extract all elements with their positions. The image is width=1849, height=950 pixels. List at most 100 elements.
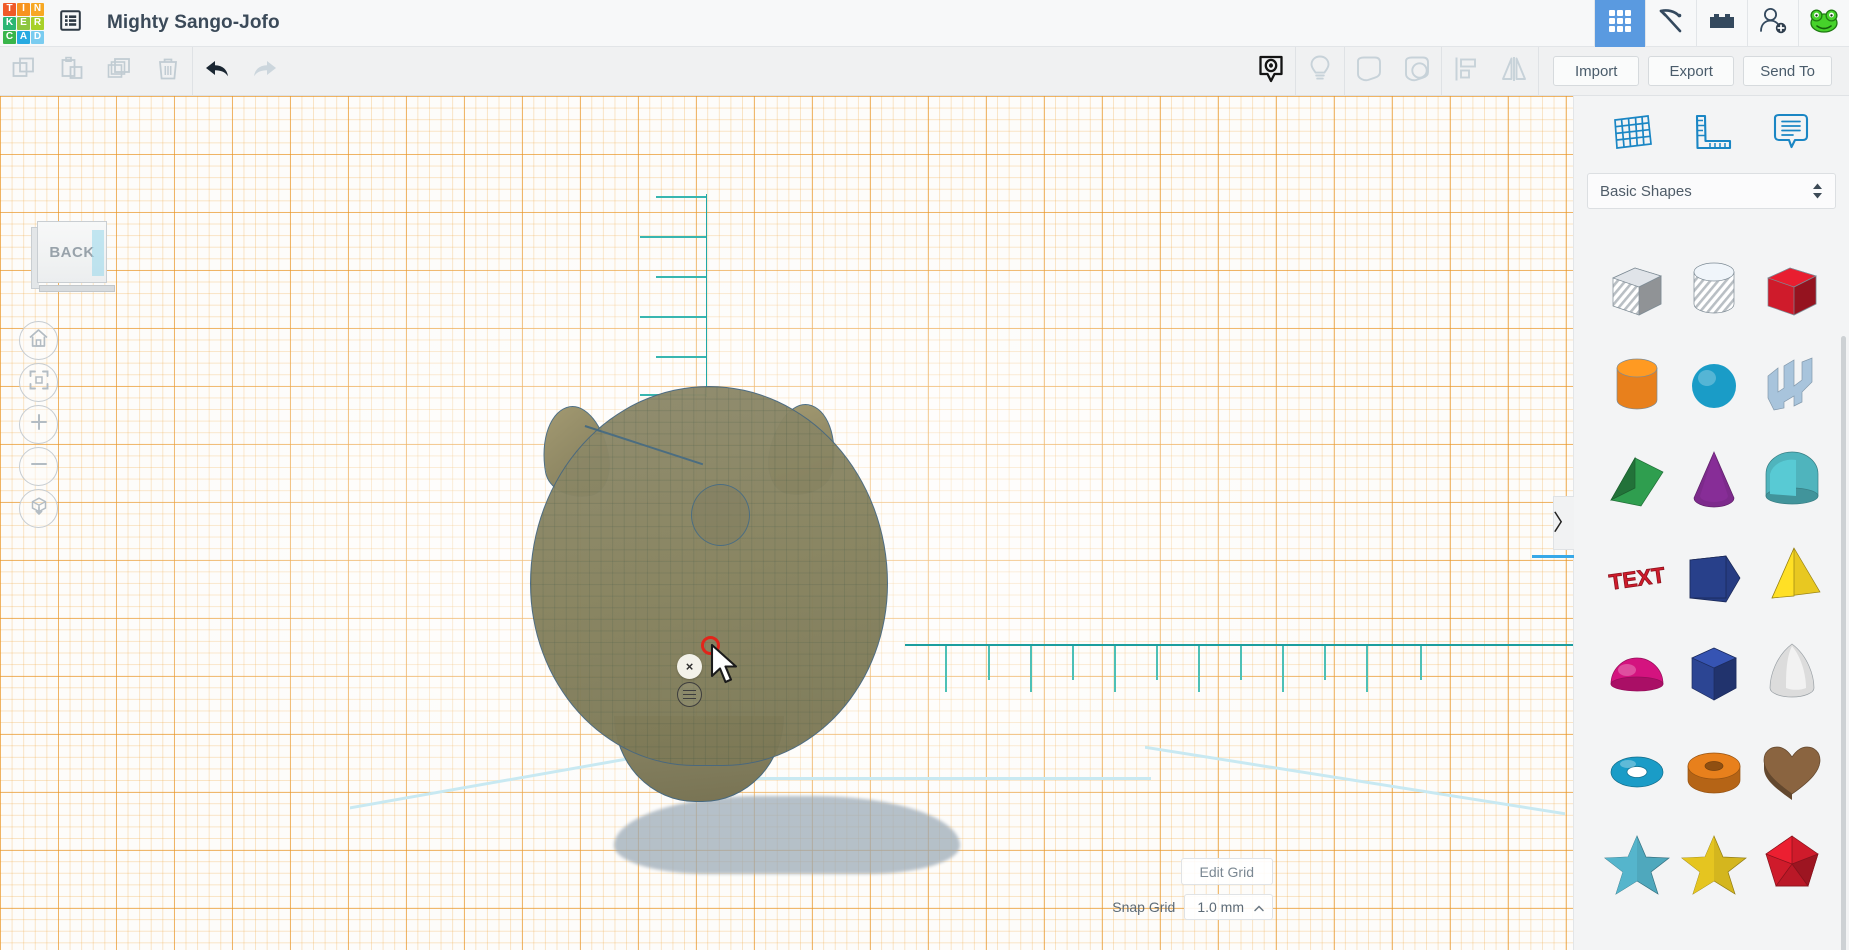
brick-button[interactable]: [1696, 0, 1747, 47]
ruler-tick: [945, 646, 947, 692]
fit-view-button[interactable]: [19, 363, 58, 402]
solid-hole-button[interactable]: [1247, 47, 1295, 96]
align-button[interactable]: [1442, 47, 1490, 96]
shape-roof[interactable]: [1600, 443, 1674, 517]
shape-paraboloid-icon: [1756, 636, 1828, 708]
shape-torus[interactable]: [1600, 731, 1674, 805]
logo-tile-n: N: [31, 3, 44, 16]
main-menu-button[interactable]: [47, 0, 93, 47]
menu-line: [683, 690, 696, 692]
snap-grid-control: Snap Grid 1.0 mm: [1112, 894, 1273, 920]
shape-scribble[interactable]: [1755, 347, 1829, 421]
frog-avatar-icon: [1807, 7, 1841, 40]
document-title[interactable]: Mighty Sango-Jofo: [107, 12, 280, 34]
account-avatar-button[interactable]: [1798, 0, 1849, 47]
group-button[interactable]: [1345, 47, 1393, 96]
shape-text[interactable]: TEXT: [1600, 539, 1674, 613]
shape-half-sphere[interactable]: [1600, 635, 1674, 709]
workplane-button[interactable]: [1605, 108, 1659, 162]
logo-tile-t: T: [3, 3, 16, 16]
ruler-tick: [656, 196, 706, 198]
3d-viewport[interactable]: × BACK: [0, 96, 1573, 950]
shape-polyhedron[interactable]: [1755, 827, 1829, 901]
logo-tile-c: C: [3, 31, 16, 44]
snap-grid-select[interactable]: 1.0 mm: [1184, 894, 1273, 920]
dashboard-grid-button[interactable]: [1594, 0, 1645, 47]
shape-box-hole[interactable]: [1600, 251, 1674, 325]
tinkercad-logo[interactable]: TINKERCAD: [0, 0, 47, 47]
shape-wedge[interactable]: [1678, 539, 1752, 613]
snap-grid-value: 1.0 mm: [1197, 899, 1244, 915]
lightbulb-icon: [1307, 54, 1333, 89]
close-icon[interactable]: ×: [677, 654, 702, 679]
shape-paraboloid[interactable]: [1755, 635, 1829, 709]
toolbar-right-group: Import Export Send To: [1247, 47, 1849, 96]
mirror-button[interactable]: [1490, 47, 1538, 96]
shape-polygon[interactable]: [1678, 635, 1752, 709]
edit-grid-button[interactable]: Edit Grid: [1181, 858, 1273, 885]
shape-half-cylinder[interactable]: [1755, 443, 1829, 517]
shape-sphere[interactable]: [1678, 347, 1752, 421]
fit-frame-icon: [29, 370, 49, 395]
ungroup-icon: [1402, 54, 1432, 89]
shape-star-round[interactable]: [1678, 827, 1752, 901]
shape-cylinder-hole[interactable]: [1678, 251, 1752, 325]
shape-pyramid[interactable]: [1755, 539, 1829, 613]
shape-library-select[interactable]: Basic Shapes: [1587, 173, 1836, 209]
ruler-button[interactable]: [1684, 108, 1738, 162]
zoom-out-button[interactable]: [19, 447, 58, 486]
trash-icon: [155, 56, 181, 87]
logo-tile-e: E: [17, 17, 30, 30]
svg-text:TEXT: TEXT: [1607, 562, 1667, 595]
view-cube-face[interactable]: BACK: [37, 221, 107, 283]
copy-button[interactable]: [0, 47, 48, 96]
panel-scrollbar[interactable]: [1841, 336, 1846, 950]
ungroup-button[interactable]: [1393, 47, 1441, 96]
shapes-panel: 〉: [1573, 96, 1849, 950]
pickaxe-button[interactable]: [1645, 0, 1696, 47]
ruler-icon: [1689, 111, 1733, 158]
object-surface-grid: [531, 387, 887, 765]
ruler-tick: [1114, 646, 1116, 692]
view-cube-highlight: [92, 230, 104, 276]
paste-button[interactable]: [48, 47, 96, 96]
object-shadow: [614, 796, 960, 874]
shape-options-menu-icon[interactable]: [677, 682, 702, 707]
light-bulb-button[interactable]: [1296, 47, 1344, 96]
projection-toggle-button[interactable]: [19, 489, 58, 528]
zoom-in-button[interactable]: [19, 405, 58, 444]
view-cube[interactable]: BACK: [31, 221, 107, 291]
delete-button[interactable]: [144, 47, 192, 96]
panel-collapse-button[interactable]: 〉: [1553, 496, 1574, 550]
shape-box[interactable]: [1755, 251, 1829, 325]
workplane-icon: [1610, 111, 1654, 158]
shape-tube-icon: [1678, 732, 1750, 804]
list-menu-icon: [60, 10, 81, 36]
shape-heart-icon: [1756, 732, 1828, 804]
ruler-tick: [640, 236, 706, 238]
shape-cylinder[interactable]: [1600, 347, 1674, 421]
redo-button[interactable]: [241, 47, 289, 96]
ruler-tick: [1030, 646, 1032, 692]
duplicate-button[interactable]: [96, 47, 144, 96]
ruler-tick: [1156, 646, 1158, 680]
export-button[interactable]: Export: [1648, 56, 1734, 86]
ruler-tick: [656, 356, 706, 358]
ruler-tick: [988, 646, 990, 680]
shape-cone[interactable]: [1678, 443, 1752, 517]
shape-heart[interactable]: [1755, 731, 1829, 805]
send-to-button[interactable]: Send To: [1743, 56, 1832, 86]
home-view-button[interactable]: [19, 321, 58, 360]
model-object[interactable]: [530, 386, 910, 846]
shape-tube[interactable]: [1678, 731, 1752, 805]
notes-button[interactable]: [1764, 108, 1818, 162]
undo-button[interactable]: [193, 47, 241, 96]
add-user-button[interactable]: [1747, 0, 1798, 47]
pickaxe-icon: [1656, 6, 1686, 41]
shape-polygon-icon: [1678, 636, 1750, 708]
notes-icon: [1769, 111, 1813, 158]
menu-line: [683, 694, 696, 696]
import-button[interactable]: Import: [1553, 56, 1639, 86]
shape-star-pointed[interactable]: [1600, 827, 1674, 901]
top-bar-right-group: [1594, 0, 1849, 47]
